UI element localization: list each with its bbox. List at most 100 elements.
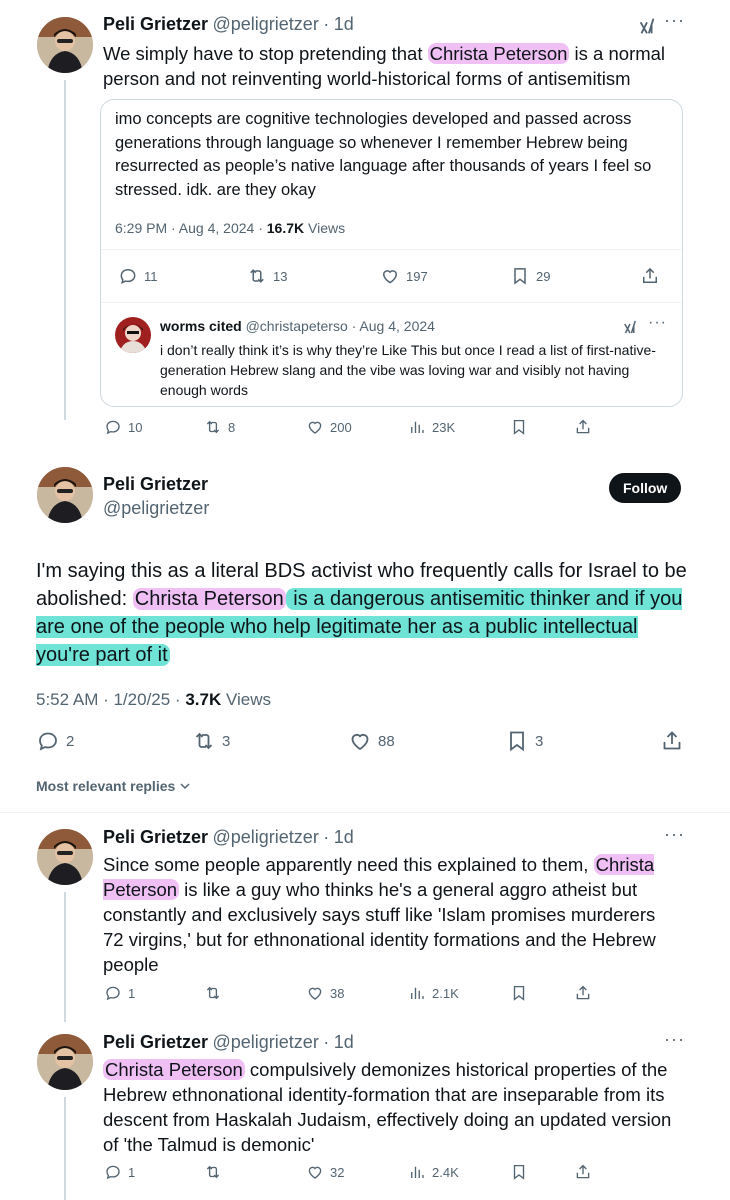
separator: ·	[323, 827, 330, 847]
bookmark-button[interactable]	[510, 984, 528, 1002]
follow-button[interactable]: Follow	[609, 473, 682, 503]
retweet-button[interactable]	[204, 1163, 222, 1181]
like-button[interactable]: 200	[306, 418, 352, 436]
author-name[interactable]: Peli Grietzer	[103, 474, 208, 495]
reply-button[interactable]: 1	[104, 984, 135, 1002]
like-button[interactable]: 197	[380, 266, 428, 286]
author-name[interactable]: Peli Grietzer	[103, 14, 208, 34]
more-icon[interactable]: ···	[664, 824, 685, 845]
like-button[interactable]: 38	[306, 984, 344, 1002]
avatar[interactable]	[37, 829, 93, 885]
tweet-header: Peli Grietzer @peligrietzer · 1d	[103, 1032, 354, 1053]
share-icon	[574, 418, 592, 436]
like-icon	[306, 984, 324, 1002]
timestamp[interactable]: 1d	[334, 827, 354, 847]
share-button[interactable]	[574, 1163, 592, 1181]
nested-author-handle[interactable]: @christapeterso	[246, 318, 348, 334]
reply-button[interactable]: 2	[36, 729, 74, 753]
bookmark-button[interactable]	[510, 1163, 528, 1181]
bookmark-button[interactable]	[510, 418, 528, 436]
bookmark-icon	[510, 1163, 528, 1181]
quoted-meta: 6:29 PM · Aug 4, 2024 · 16.7K Views	[115, 220, 346, 236]
views-icon	[408, 1163, 426, 1181]
views-icon	[408, 984, 426, 1002]
share-button[interactable]	[574, 984, 592, 1002]
like-button[interactable]: 88	[348, 729, 395, 753]
share-button[interactable]	[660, 729, 684, 753]
views-icon	[408, 418, 426, 436]
retweet-button[interactable]	[204, 984, 222, 1002]
share-icon	[640, 266, 660, 286]
sort-label: Most relevant replies	[36, 778, 176, 794]
main-meta: 5:52 AM · 1/20/25 · 3.7K Views	[36, 690, 271, 709]
nested-avatar[interactable]	[115, 317, 151, 353]
share-icon	[660, 729, 684, 753]
author-handle[interactable]: @peligrietzer	[213, 827, 319, 847]
views-button[interactable]: 2.1K	[408, 984, 459, 1002]
reply-icon	[104, 1163, 122, 1181]
more-icon[interactable]: ···	[664, 1029, 685, 1050]
bookmark-button[interactable]: 29	[510, 266, 550, 286]
nested-header: worms cited @christapeterso · Aug 4, 202…	[160, 318, 435, 334]
sort-dropdown[interactable]: Most relevant replies	[36, 778, 191, 794]
share-icon	[574, 1163, 592, 1181]
author-handle[interactable]: @peligrietzer	[213, 1032, 319, 1052]
retweet-icon	[204, 1163, 222, 1181]
tweet-text: Christa Peterson compulsively demonizes …	[103, 1059, 672, 1155]
reply-icon	[36, 729, 60, 753]
highlighted-name[interactable]: Christa Peterson	[427, 43, 570, 64]
tweet-text: We simply have to stop pretending that C…	[103, 43, 666, 89]
bookmark-button[interactable]: 3	[505, 729, 543, 753]
bookmark-icon	[505, 729, 529, 753]
tweet-text: Since some people apparently need this e…	[103, 854, 656, 975]
avatar[interactable]	[37, 1034, 93, 1090]
share-button[interactable]	[640, 266, 660, 286]
nested-date[interactable]: · Aug 4, 2024	[352, 318, 435, 334]
divider	[101, 249, 682, 250]
reply-button[interactable]: 10	[104, 418, 142, 436]
divider	[101, 302, 682, 303]
retweet-button[interactable]: 3	[192, 729, 230, 753]
reply-icon	[104, 418, 122, 436]
author-name[interactable]: Peli Grietzer	[103, 1032, 208, 1052]
timestamp[interactable]: 1d	[334, 1032, 354, 1052]
thread-line	[64, 1097, 66, 1200]
more-icon[interactable]: ···	[648, 314, 667, 332]
tweet-header: Peli Grietzer @peligrietzer · 1d	[103, 14, 354, 35]
chevron-down-icon	[180, 783, 190, 790]
avatar[interactable]	[37, 467, 93, 523]
nested-text: i don’t really think it’s is why they’re…	[160, 342, 656, 398]
more-icon[interactable]: ···	[664, 10, 685, 31]
like-icon	[306, 1163, 324, 1181]
avatar[interactable]	[37, 17, 93, 73]
share-icon	[574, 984, 592, 1002]
reply-button[interactable]: 11	[118, 266, 158, 286]
views-button[interactable]: 23K	[408, 418, 455, 436]
main-tweet-text: I'm saying this as a literal BDS activis…	[36, 560, 687, 666]
tweet-header: Peli Grietzer @peligrietzer · 1d	[103, 827, 354, 848]
retweet-icon	[247, 266, 267, 286]
retweet-icon	[204, 984, 222, 1002]
author-handle[interactable]: @peligrietzer	[103, 498, 209, 519]
highlighted-name[interactable]: Christa Peterson	[132, 588, 286, 610]
views-button[interactable]: 2.4K	[408, 1163, 459, 1181]
share-button[interactable]	[574, 418, 592, 436]
reply-icon	[104, 984, 122, 1002]
timestamp[interactable]: 1d	[334, 14, 354, 34]
retweet-button[interactable]: 8	[204, 418, 235, 436]
retweet-button[interactable]: 13	[247, 266, 287, 286]
thread-line	[64, 892, 66, 1022]
like-icon	[380, 266, 400, 286]
bookmark-icon	[510, 266, 530, 286]
highlighted-name[interactable]: Christa Peterson	[103, 1059, 245, 1080]
reply-button[interactable]: 1	[104, 1163, 135, 1181]
grok-icon[interactable]	[621, 318, 639, 336]
grok-icon[interactable]	[636, 15, 658, 37]
like-icon	[348, 729, 372, 753]
like-button[interactable]: 32	[306, 1163, 344, 1181]
author-name[interactable]: Peli Grietzer	[103, 827, 208, 847]
bookmark-icon	[510, 418, 528, 436]
author-handle[interactable]: @peligrietzer	[213, 14, 319, 34]
thread-line	[64, 80, 66, 420]
nested-author-name[interactable]: worms cited	[160, 318, 242, 334]
